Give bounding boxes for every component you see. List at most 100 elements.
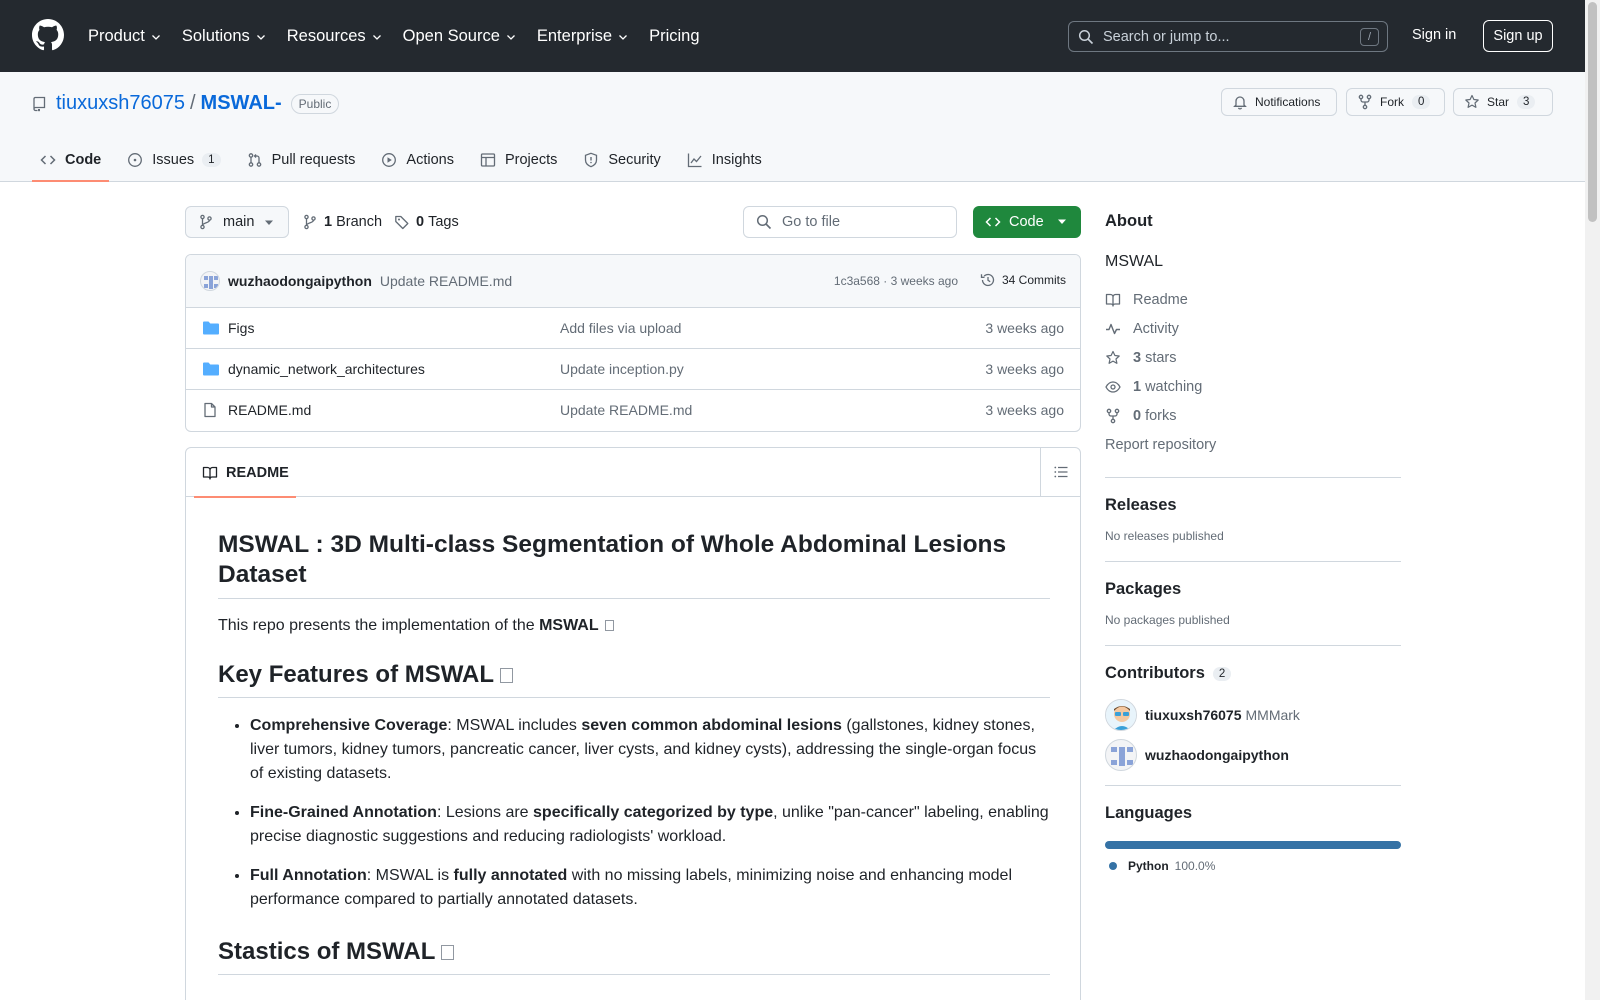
file-name-link[interactable]: dynamic_network_architectures: [228, 361, 425, 377]
divider: [1105, 785, 1401, 786]
branch-tag-info: 1 Branch 0 Tags: [302, 214, 459, 230]
readme-tab-label: README: [226, 464, 289, 481]
global-header: Product Solutions Resources Open Source …: [0, 0, 1585, 72]
tab-code[interactable]: Code: [32, 138, 110, 182]
file-commit-time: 3 weeks ago: [985, 402, 1064, 418]
contributor[interactable]: tiuxuxsh76075 MMMark: [1105, 699, 1401, 731]
nav-resources-label: Resources: [286, 26, 366, 45]
avatar[interactable]: [1105, 699, 1137, 731]
packages-heading[interactable]: Packages: [1105, 580, 1401, 599]
fork-button[interactable]: Fork 0: [1346, 88, 1445, 116]
commits-count: 34 Commits: [1001, 273, 1066, 287]
star-icon: [1106, 350, 1120, 364]
scrollbar-thumb[interactable]: [1588, 2, 1597, 222]
file-commit-message[interactable]: Update inception.py: [560, 361, 684, 377]
nav-solutions[interactable]: Solutions: [182, 27, 267, 46]
avatar[interactable]: [1105, 739, 1137, 771]
releases-heading[interactable]: Releases: [1105, 496, 1401, 515]
tag-count: 0: [416, 214, 425, 230]
file-row[interactable]: Figs Add files via upload 3 weeks ago: [186, 308, 1080, 349]
repo-path-separator: /: [189, 92, 196, 114]
forks-link[interactable]: 0 forks: [1105, 401, 1401, 430]
nav-open-source-label: Open Source: [402, 26, 500, 45]
repo-owner-link[interactable]: tiuxuxsh76075: [56, 92, 185, 115]
tab-security[interactable]: Security: [575, 138, 668, 182]
contributor[interactable]: wuzhaodongaipython: [1105, 739, 1401, 771]
outline-button[interactable]: [1040, 448, 1080, 496]
stars-link[interactable]: 3 stars: [1105, 343, 1401, 372]
chevron-down-icon: [506, 35, 515, 40]
file-commit-message[interactable]: Update README.md: [560, 402, 692, 418]
tab-code-label: Code: [65, 152, 102, 168]
readme-intro-text: This repo presents the implementation of…: [218, 617, 540, 634]
code-button[interactable]: Code: [973, 206, 1081, 238]
avatar[interactable]: [200, 271, 220, 291]
tab-issues[interactable]: Issues 1: [119, 138, 228, 182]
branch-name: main: [223, 214, 255, 230]
activity-link[interactable]: Activity: [1105, 314, 1401, 343]
nav-pricing[interactable]: Pricing: [649, 27, 699, 46]
nav-open-source[interactable]: Open Source: [403, 27, 517, 46]
language-item[interactable]: Python 100.0%: [1105, 859, 1401, 873]
releases-heading-text: Releases: [1105, 496, 1177, 514]
file-row[interactable]: README.md Update README.md 3 weeks ago: [186, 390, 1080, 431]
tab-actions[interactable]: Actions: [373, 138, 462, 182]
watchers-link[interactable]: 1 watching: [1105, 372, 1401, 401]
fork-icon: [1106, 408, 1120, 423]
star-count: 3: [1517, 95, 1536, 109]
star-button[interactable]: Star 3: [1453, 88, 1553, 116]
stars-label: stars: [1145, 349, 1177, 366]
packages-heading-text: Packages: [1105, 580, 1182, 598]
go-to-file-input[interactable]: Go to file: [743, 206, 957, 238]
contributors-list: tiuxuxsh76075 MMMark wuzhaodongaipython: [1105, 699, 1401, 771]
issues-count: 1: [202, 153, 221, 167]
commit-hash-time[interactable]: 1c3a568 · 3 weeks ago: [834, 274, 958, 288]
file-row[interactable]: dynamic_network_architectures Update inc…: [186, 349, 1080, 390]
language-bar[interactable]: [1105, 841, 1401, 849]
file-commit-message[interactable]: Add files via upload: [560, 320, 681, 336]
tab-insights[interactable]: Insights: [679, 138, 770, 182]
tab-pull-requests[interactable]: Pull requests: [239, 138, 364, 182]
tab-projects[interactable]: Projects: [472, 138, 565, 182]
github-logo-icon[interactable]: [32, 19, 64, 51]
repo-name-link[interactable]: MSWAL-: [201, 92, 282, 115]
contributors-heading[interactable]: Contributors 2: [1105, 664, 1401, 683]
code-icon: [40, 155, 56, 165]
readme-tab[interactable]: README: [194, 448, 296, 498]
branch-select-button[interactable]: main: [185, 206, 289, 238]
bell-icon: [1233, 96, 1247, 110]
nav-resources[interactable]: Resources: [287, 27, 383, 46]
branches-link[interactable]: 1 Branch: [302, 214, 382, 230]
repo-title: tiuxuxsh76075 / MSWAL- Public: [32, 92, 340, 115]
nav-enterprise[interactable]: Enterprise: [537, 27, 629, 46]
tab-issues-label: Issues: [152, 152, 195, 168]
notifications-label: Notifications: [1255, 95, 1321, 109]
search-input[interactable]: Search or jump to... /: [1068, 21, 1388, 52]
search-placeholder: Search or jump to...: [1103, 28, 1230, 45]
heading-statistics: Stastics of MSWAL: [218, 938, 1050, 975]
nav-product[interactable]: Product: [88, 27, 162, 46]
commits-link[interactable]: 34 Commits: [980, 272, 1066, 288]
readme-link[interactable]: Readme: [1105, 285, 1401, 314]
notifications-button[interactable]: Notifications: [1221, 88, 1337, 116]
report-repository-link[interactable]: Report repository: [1105, 430, 1401, 459]
sign-in-link[interactable]: Sign in: [1412, 27, 1456, 43]
language-name: Python: [1128, 859, 1169, 873]
repo-tabs: Code Issues 1 Pull requests Actions Proj…: [32, 138, 780, 182]
feature-text: : MSWAL is: [366, 867, 454, 884]
commit-author-link[interactable]: wuzhaodongaipython: [228, 273, 372, 289]
tab-projects-label: Projects: [504, 152, 558, 168]
caret-down-icon: [1058, 219, 1066, 224]
forks-label: forks: [1145, 407, 1177, 424]
file-name-link[interactable]: README.md: [228, 402, 311, 418]
feature-label: Full Annotation: [250, 867, 367, 884]
tags-link[interactable]: 0 Tags: [394, 214, 459, 230]
sign-up-button[interactable]: Sign up: [1483, 20, 1553, 52]
feature-bold: seven common abdominal lesions: [581, 717, 842, 734]
tag-icon: [395, 215, 409, 230]
file-name-link[interactable]: Figs: [228, 320, 254, 336]
contributor-alias: MMMark: [1245, 707, 1300, 723]
nav-pricing-label: Pricing: [649, 26, 700, 45]
file-icon: [204, 402, 216, 418]
commit-message-link[interactable]: Update README.md: [380, 273, 512, 289]
